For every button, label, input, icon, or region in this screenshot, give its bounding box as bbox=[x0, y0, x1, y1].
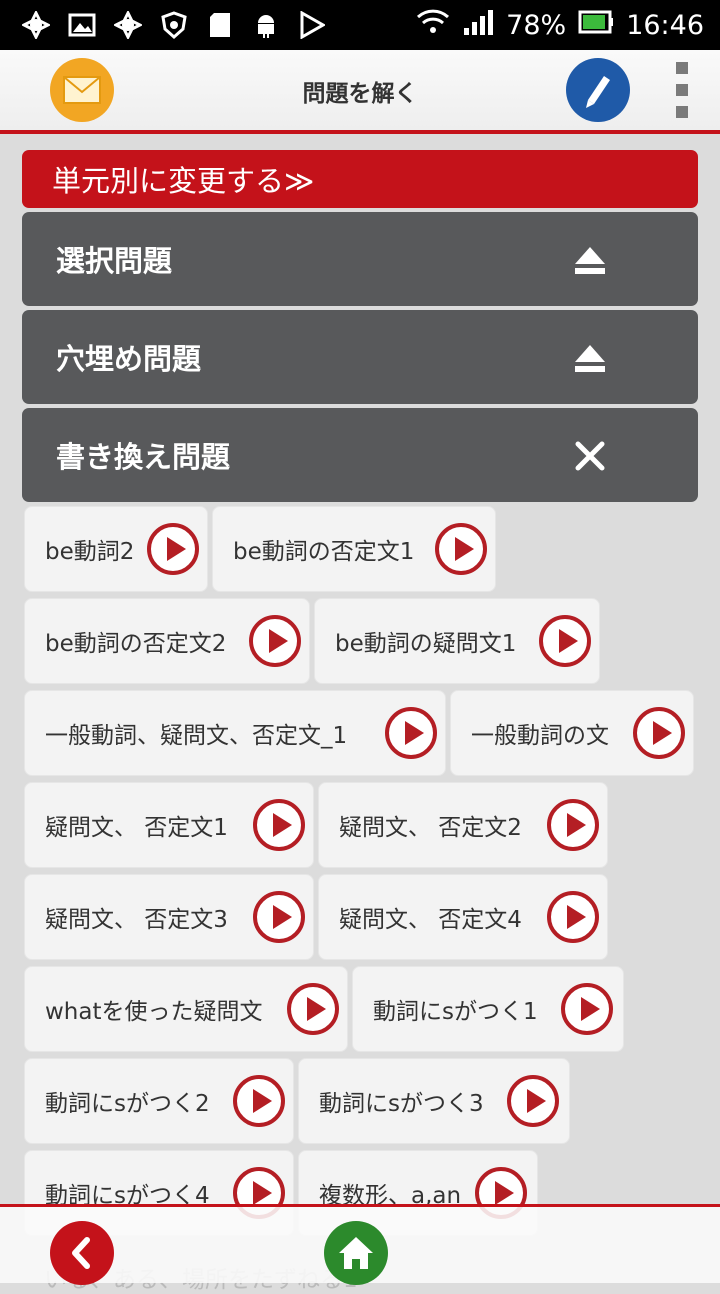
lesson-label: be動詞2 bbox=[45, 539, 135, 565]
home-icon bbox=[339, 1237, 373, 1269]
section-label: 書き換え問題 bbox=[56, 440, 231, 474]
lesson-label: 疑問文、 否定文2 bbox=[339, 815, 522, 841]
lesson-label: whatを使った疑問文 bbox=[45, 999, 263, 1025]
eject-icon bbox=[572, 341, 608, 375]
lesson-button[interactable]: 動詞にsがつく3 bbox=[298, 1058, 570, 1144]
battery-icon bbox=[578, 10, 614, 41]
lesson-label: be動詞の否定文1 bbox=[233, 539, 415, 565]
section-multiple-choice[interactable]: 選択問題 bbox=[22, 212, 698, 306]
menu-dot bbox=[676, 62, 688, 74]
lesson-label: 疑問文、 否定文1 bbox=[45, 815, 228, 841]
play-icon bbox=[547, 891, 599, 943]
close-icon bbox=[572, 439, 608, 473]
wifi-icon bbox=[416, 8, 450, 43]
lesson-button[interactable]: 一般動詞の文 bbox=[450, 690, 694, 776]
lesson-label: 一般動詞、疑問文、否定文_1 bbox=[45, 723, 348, 749]
play-icon bbox=[561, 983, 613, 1035]
lesson-button[interactable]: 疑問文、 否定文4 bbox=[318, 874, 608, 960]
play-icon bbox=[253, 891, 305, 943]
lesson-button[interactable]: be動詞2 bbox=[24, 506, 208, 592]
play-icon bbox=[507, 1075, 559, 1127]
play-icon bbox=[385, 707, 437, 759]
section-fill-in[interactable]: 穴埋め問題 bbox=[22, 310, 698, 404]
battery-percent: 78% bbox=[506, 9, 567, 41]
bottom-bar bbox=[0, 1204, 720, 1285]
shield-icon bbox=[160, 11, 188, 39]
lesson-button[interactable]: 一般動詞、疑問文、否定文_1 bbox=[24, 690, 446, 776]
lesson-label: be動詞の疑問文1 bbox=[335, 631, 517, 657]
lesson-button[interactable]: be動詞の疑問文1 bbox=[314, 598, 600, 684]
pencil-button[interactable] bbox=[566, 58, 630, 122]
play-icon bbox=[233, 1075, 285, 1127]
play-icon bbox=[249, 615, 301, 667]
image-icon bbox=[68, 11, 96, 39]
sd-card-icon bbox=[206, 11, 234, 39]
menu-dot bbox=[676, 106, 688, 118]
lesson-button[interactable]: 疑問文、 否定文2 bbox=[318, 782, 608, 868]
lesson-label: 動詞にsがつく3 bbox=[319, 1091, 484, 1117]
play-icon bbox=[435, 523, 487, 575]
lesson-label: 一般動詞の文 bbox=[471, 723, 609, 749]
lesson-button[interactable]: 疑問文、 否定文1 bbox=[24, 782, 314, 868]
android-icon bbox=[252, 11, 280, 39]
lesson-button[interactable]: 疑問文、 否定文3 bbox=[24, 874, 314, 960]
play-icon bbox=[633, 707, 685, 759]
menu-dot bbox=[676, 84, 688, 96]
avast-icon bbox=[22, 11, 50, 39]
app-bar: 問題を解く bbox=[0, 50, 720, 134]
lesson-label: 疑問文、 否定文3 bbox=[45, 907, 228, 933]
lesson-button[interactable]: 動詞にsがつく2 bbox=[24, 1058, 294, 1144]
eject-icon bbox=[572, 243, 608, 277]
pencil-icon bbox=[586, 76, 610, 108]
lesson-button[interactable]: 動詞にsがつく1 bbox=[352, 966, 624, 1052]
overflow-menu-button[interactable] bbox=[676, 62, 692, 118]
play-icon bbox=[547, 799, 599, 851]
signal-icon bbox=[462, 8, 494, 43]
section-label: 選択問題 bbox=[56, 244, 173, 278]
play-icon bbox=[539, 615, 591, 667]
lesson-button[interactable]: be動詞の否定文2 bbox=[24, 598, 310, 684]
home-button[interactable] bbox=[324, 1221, 388, 1285]
play-store-icon bbox=[298, 11, 326, 39]
lesson-label: 動詞にsがつく2 bbox=[45, 1091, 210, 1117]
play-icon bbox=[147, 523, 199, 575]
lesson-label: be動詞の否定文2 bbox=[45, 631, 227, 657]
lesson-button[interactable]: whatを使った疑問文 bbox=[24, 966, 348, 1052]
play-icon bbox=[253, 799, 305, 851]
back-button[interactable] bbox=[50, 1221, 114, 1285]
chevron-left-icon bbox=[72, 1237, 90, 1269]
section-rewrite[interactable]: 書き換え問題 bbox=[22, 408, 698, 502]
avast-icon bbox=[114, 11, 142, 39]
lesson-label: 疑問文、 否定文4 bbox=[339, 907, 522, 933]
status-bar: 78% 16:46 bbox=[0, 0, 720, 50]
section-label: 穴埋め問題 bbox=[56, 342, 202, 376]
play-icon bbox=[287, 983, 339, 1035]
lesson-button[interactable]: be動詞の否定文1 bbox=[212, 506, 496, 592]
clock: 16:46 bbox=[626, 9, 704, 41]
lesson-label: 動詞にsがつく1 bbox=[373, 999, 538, 1025]
change-unit-banner[interactable]: 単元別に変更する≫ bbox=[22, 150, 698, 208]
